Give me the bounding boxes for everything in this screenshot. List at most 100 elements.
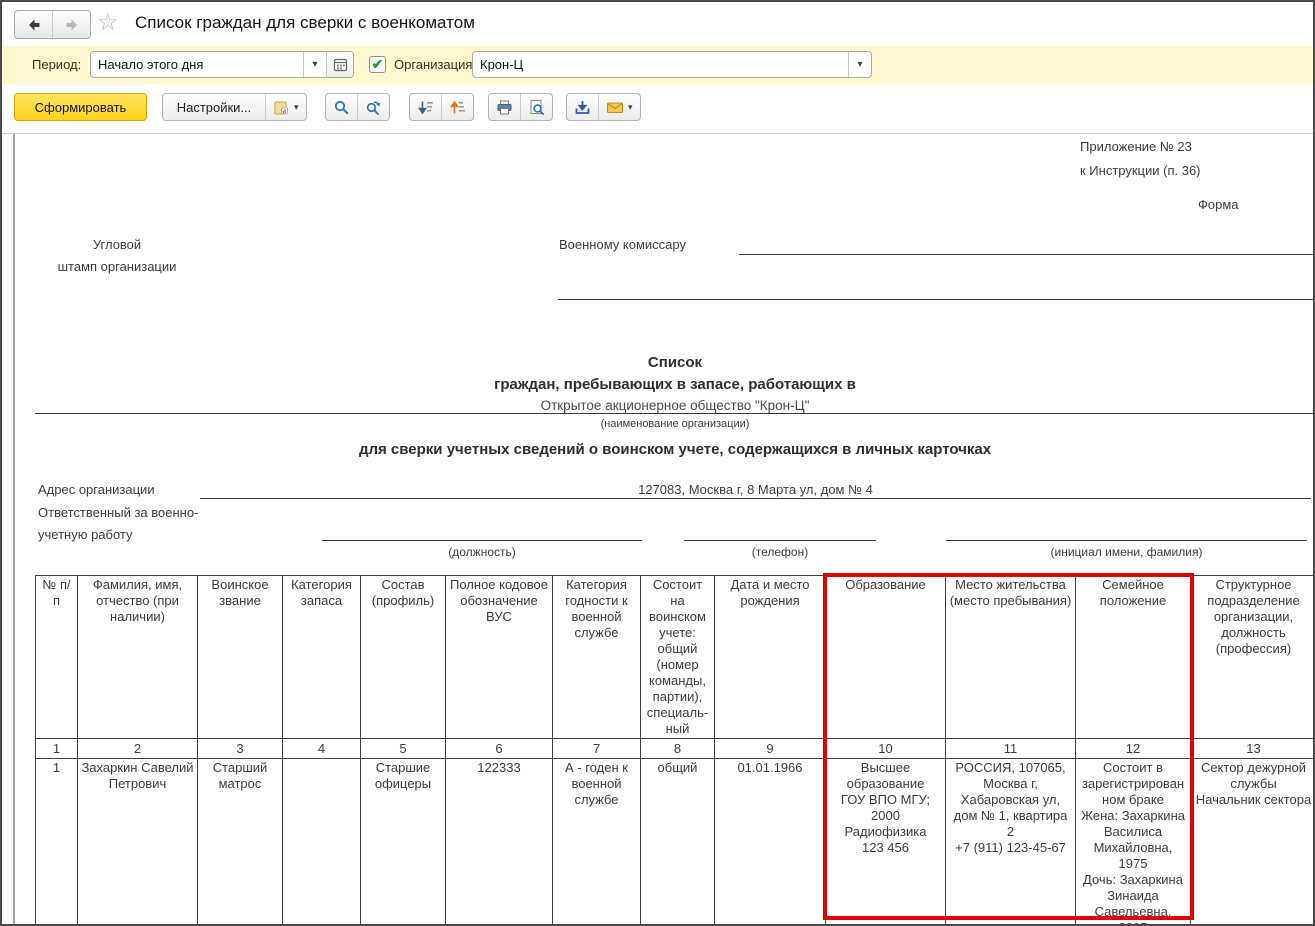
report-variants-icon	[273, 99, 290, 116]
period-input[interactable]	[91, 52, 303, 77]
table-data-cell: 122333	[446, 759, 553, 926]
table-number-row: 1 2 3 4 5 6 7 8 9 10 11 12 13	[36, 739, 1315, 759]
commissar-blank-line	[739, 254, 1314, 255]
sort-descending-button[interactable]	[410, 94, 441, 120]
back-button[interactable]	[15, 11, 52, 38]
table-data-cell: 01.01.1966	[715, 759, 826, 926]
period-label: Период:	[32, 57, 81, 72]
table-number-cell: 11	[946, 739, 1076, 759]
report-toolbar: Сформировать Настройки... ▾	[2, 84, 1313, 134]
save-icon	[574, 99, 591, 116]
doc-org-name: Открытое акционерное общество "Крон-Ц"	[35, 398, 1315, 413]
sort-ascending-icon	[449, 99, 466, 116]
table-header-cell: Состав (профиль)	[361, 576, 446, 739]
corner-stamp-label: Угловой штамп организации	[52, 234, 182, 278]
address-underline	[200, 498, 1311, 499]
favorite-star-icon[interactable]: ☆	[97, 9, 119, 37]
email-icon	[606, 99, 624, 116]
table-number-cell: 6	[446, 739, 553, 759]
forward-button[interactable]	[52, 11, 90, 38]
back-icon	[26, 17, 42, 33]
table-number-cell: 2	[78, 739, 198, 759]
table-header-cell: Образование	[826, 576, 946, 739]
organization-dropdown-icon[interactable]: ▾	[848, 52, 871, 77]
period-field: ▾	[90, 51, 354, 78]
doc-title-line2: граждан, пребывающих в запасе, работающи…	[35, 376, 1315, 393]
print-button-group	[488, 93, 553, 121]
table-data-cell: Старший матрос	[198, 759, 283, 926]
print-preview-button[interactable]	[520, 94, 552, 120]
email-dropdown-icon: ▾	[628, 102, 633, 113]
address-value: 127083, Москва г, 8 Марта ул, дом № 4	[200, 482, 1311, 497]
phone-caption: (телефон)	[684, 545, 876, 559]
phone-blank-line	[684, 540, 876, 541]
name-caption: (инициал имени, фамилия)	[946, 545, 1307, 559]
organization-field: ▾	[472, 51, 872, 78]
settings-button[interactable]: Настройки...	[163, 94, 265, 120]
table-number-cell: 12	[1076, 739, 1191, 759]
address-label: Адрес организации	[38, 482, 155, 497]
table-data-cell: Захаркин Савелий Петрович	[78, 759, 198, 926]
doc-title-line1: Список	[35, 354, 1315, 371]
name-blank-line	[946, 540, 1307, 541]
responsible-label-line2: учетную работу	[38, 527, 133, 542]
table-number-cell: 10	[826, 739, 946, 759]
table-number-cell: 3	[198, 739, 283, 759]
table-header-cell: Семейное положение	[1076, 576, 1191, 739]
search-next-button[interactable]	[357, 94, 389, 120]
export-button-group: ▾	[566, 93, 641, 121]
calendar-icon	[333, 57, 348, 72]
title-bar: ☆ Список граждан для сверки с военкомато…	[2, 2, 1313, 46]
table-header-cell: Полное кодовое обозначение ВУС	[446, 576, 553, 739]
calendar-button[interactable]	[326, 52, 353, 77]
email-button[interactable]: ▾	[598, 94, 640, 120]
table-number-cell: 1	[36, 739, 78, 759]
organization-input[interactable]	[473, 52, 848, 77]
table-header-row: № п/п Фамилия, имя, отчество (при наличи…	[36, 576, 1315, 739]
search-button-group	[325, 93, 390, 121]
print-icon	[496, 99, 513, 116]
table-header-cell: Структурное подразделение организации, д…	[1191, 576, 1315, 739]
table-number-cell: 5	[361, 739, 446, 759]
table-data-cell	[283, 759, 361, 926]
search-icon	[333, 99, 350, 116]
table-header-cell: Дата и место рождения	[715, 576, 826, 739]
table-header-cell: № п/п	[36, 576, 78, 739]
generate-button[interactable]: Сформировать	[14, 93, 147, 121]
report-variants-button[interactable]: ▾	[265, 94, 306, 120]
save-button[interactable]	[567, 94, 598, 120]
organization-checkbox[interactable]: ✔	[369, 56, 386, 73]
table-data-cell: 1	[36, 759, 78, 926]
commissar-blank-line2	[558, 299, 1314, 300]
table-header-cell: Место жительства (место пребывания)	[946, 576, 1076, 739]
table-number-cell: 4	[283, 739, 361, 759]
organization-label: Организация:	[394, 57, 476, 72]
nav-button-group	[14, 10, 91, 39]
appendix-line2: к Инструкции (п. 36)	[1080, 163, 1201, 178]
report-document-area: Приложение № 23 к Инструкции (п. 36) Фор…	[2, 134, 1313, 924]
sort-ascending-button[interactable]	[441, 94, 473, 120]
app-window: ☆ Список граждан для сверки с военкомато…	[0, 0, 1315, 926]
settings-button-group: Настройки... ▾	[162, 93, 307, 121]
doc-title-line3: для сверки учетных сведений о воинском у…	[35, 441, 1315, 458]
table-number-cell: 9	[715, 739, 826, 759]
table-data-cell: РОССИЯ, 107065, Москва г, Хабаровская ул…	[946, 759, 1076, 926]
org-name-caption: (наименование организации)	[35, 418, 1315, 430]
forward-icon	[64, 17, 80, 33]
print-button[interactable]	[489, 94, 520, 120]
appendix-line1: Приложение № 23	[1080, 139, 1192, 154]
sort-button-group	[409, 93, 474, 121]
table-data-cell: общий	[641, 759, 715, 926]
page-title: Список граждан для сверки с военкоматом	[135, 13, 475, 33]
table-number-cell: 8	[641, 739, 715, 759]
period-dropdown-icon[interactable]: ▾	[303, 52, 326, 77]
search-button[interactable]	[326, 94, 357, 120]
table-header-cell: Категория запаса	[283, 576, 361, 739]
table-row: 1 Захаркин Савелий Петрович Старший матр…	[36, 759, 1315, 926]
table-header-cell: Фамилия, имя, отчество (при наличии)	[78, 576, 198, 739]
table-data-cell: Состоит в зарегистрированном браке Жена:…	[1076, 759, 1191, 926]
table-number-cell: 13	[1191, 739, 1315, 759]
table-header-cell: Состоит на воинском учете: общий (номер …	[641, 576, 715, 739]
variants-dropdown-icon: ▾	[294, 102, 299, 113]
position-caption: (должность)	[322, 545, 642, 559]
